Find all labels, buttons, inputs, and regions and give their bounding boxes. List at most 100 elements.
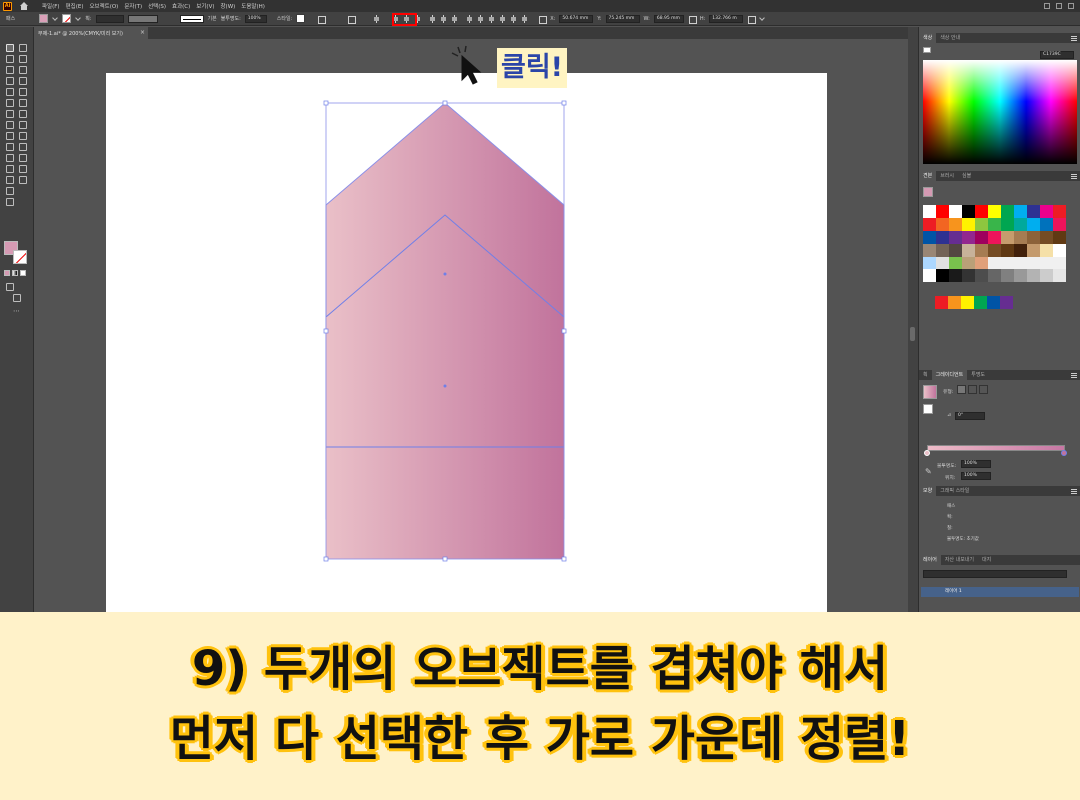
- swatch[interactable]: [961, 296, 974, 309]
- height-field[interactable]: 132.766 m: [709, 14, 744, 23]
- align-to-icon[interactable]: [347, 15, 357, 24]
- maximize-icon[interactable]: [1056, 3, 1062, 9]
- align-middle-icon[interactable]: [440, 14, 447, 23]
- tab-symbols[interactable]: 심볼: [958, 171, 975, 181]
- menu-window[interactable]: 창(W): [220, 2, 235, 10]
- swatch[interactable]: [923, 218, 936, 231]
- swatch[interactable]: [1000, 296, 1013, 309]
- swatch[interactable]: [962, 244, 975, 257]
- menu-object[interactable]: 오브젝트(O): [89, 2, 118, 10]
- swatch[interactable]: [923, 244, 936, 257]
- eraser-tool-icon[interactable]: [18, 98, 27, 107]
- swatch[interactable]: [1040, 205, 1053, 218]
- panel-menu-icon[interactable]: [1071, 372, 1077, 378]
- artwork[interactable]: [106, 73, 827, 612]
- swatch-fill-stroke-icon[interactable]: [923, 187, 933, 197]
- swatch[interactable]: [1053, 218, 1066, 231]
- shape-builder-tool-icon[interactable]: [5, 131, 14, 140]
- swatch[interactable]: [962, 205, 975, 218]
- swatch[interactable]: [1001, 244, 1014, 257]
- swatch[interactable]: [1001, 218, 1014, 231]
- swatch[interactable]: [962, 218, 975, 231]
- column-graph-tool-icon[interactable]: [18, 164, 27, 173]
- appearance-row-fill[interactable]: 칠:: [921, 524, 1079, 534]
- swatch[interactable]: [1001, 269, 1014, 282]
- tab-stroke[interactable]: 획: [919, 370, 932, 380]
- swatch[interactable]: [1040, 231, 1053, 244]
- screen-mode-icon[interactable]: [12, 293, 21, 302]
- color-mode-icon[interactable]: [4, 270, 10, 276]
- perspective-grid-tool-icon[interactable]: [18, 131, 27, 140]
- chevron-down-icon[interactable]: [759, 14, 766, 21]
- swatch[interactable]: [1053, 269, 1066, 282]
- swatch[interactable]: [948, 296, 961, 309]
- swatch[interactable]: [1040, 244, 1053, 257]
- swatch[interactable]: [962, 269, 975, 282]
- layer-row[interactable]: 레이어 1: [921, 587, 1079, 597]
- swatch[interactable]: [1014, 269, 1027, 282]
- paintbrush-tool-icon[interactable]: [18, 87, 27, 96]
- y-field[interactable]: 75.245 mm: [605, 14, 640, 23]
- swatch[interactable]: [1027, 205, 1040, 218]
- swatch[interactable]: [1053, 205, 1066, 218]
- distribute-bottom-icon[interactable]: [488, 14, 495, 23]
- swatch[interactable]: [1001, 205, 1014, 218]
- selection-tool-icon[interactable]: [5, 43, 14, 52]
- draw-mode-icon[interactable]: [5, 282, 14, 291]
- swatch[interactable]: [923, 205, 936, 218]
- stroke-style-preview[interactable]: [179, 14, 204, 23]
- swatch[interactable]: [1027, 231, 1040, 244]
- swatch[interactable]: [1053, 231, 1066, 244]
- artboard-tool-icon[interactable]: [5, 175, 14, 184]
- tab-transparency[interactable]: 투명도: [967, 370, 989, 380]
- angle-field[interactable]: 0°: [955, 412, 985, 420]
- swatch[interactable]: [936, 205, 949, 218]
- panel-menu-icon[interactable]: [1071, 173, 1077, 179]
- gradient-preview-swatch[interactable]: [923, 385, 937, 399]
- eyedropper-icon[interactable]: ✎: [925, 467, 932, 476]
- recolor-icon[interactable]: [317, 15, 327, 24]
- pen-tool-icon[interactable]: [5, 65, 14, 74]
- swatch[interactable]: [949, 269, 962, 282]
- reference-point-icon[interactable]: [538, 15, 548, 24]
- swatch[interactable]: [949, 244, 962, 257]
- swatch[interactable]: [1040, 218, 1053, 231]
- swatch[interactable]: [987, 296, 1000, 309]
- hand-tool-icon[interactable]: [5, 186, 14, 195]
- grey-swatch-grid[interactable]: [923, 269, 1066, 282]
- free-transform-tool-icon[interactable]: [18, 120, 27, 129]
- swatch[interactable]: [936, 269, 949, 282]
- align-bottom-icon[interactable]: [451, 14, 458, 23]
- mesh-tool-icon[interactable]: [5, 142, 14, 151]
- eyedropper-tool-icon[interactable]: [5, 153, 14, 162]
- swatch[interactable]: [1014, 218, 1027, 231]
- width-field[interactable]: 68.95 mm: [653, 14, 684, 23]
- document-tab[interactable]: 무제-1.ai* @ 200%(CMYK/미리 보기) ×: [34, 27, 148, 39]
- menu-select[interactable]: 선택(S): [148, 2, 166, 10]
- gradient-slider[interactable]: [927, 445, 1065, 451]
- layers-search-input[interactable]: [923, 570, 1067, 578]
- rectangle-shape[interactable]: [326, 317, 564, 559]
- swatch[interactable]: [975, 269, 988, 282]
- tab-appearance[interactable]: 모양: [919, 486, 937, 496]
- swatch[interactable]: [988, 269, 1001, 282]
- lasso-tool-icon[interactable]: [18, 54, 27, 63]
- rectangle-tool-icon[interactable]: [5, 87, 14, 96]
- slice-tool-icon[interactable]: [18, 175, 27, 184]
- distribute-right-icon[interactable]: [521, 14, 528, 23]
- close-icon[interactable]: [1068, 3, 1074, 9]
- swatch-grid[interactable]: [923, 205, 1066, 270]
- swatch[interactable]: [949, 231, 962, 244]
- menu-file[interactable]: 파일(F): [42, 2, 60, 10]
- shaper-tool-icon[interactable]: [5, 98, 14, 107]
- appearance-row-stroke[interactable]: 획:: [921, 513, 1079, 523]
- swatch[interactable]: [1001, 231, 1014, 244]
- tab-asset-export[interactable]: 자산 내보내기: [941, 555, 978, 565]
- fill-swatch[interactable]: [39, 14, 49, 23]
- link-icon[interactable]: [688, 15, 697, 24]
- style-swatch[interactable]: [296, 14, 306, 23]
- swatch[interactable]: [949, 205, 962, 218]
- gradient-position-field[interactable]: 100%: [961, 472, 991, 480]
- tab-gradient[interactable]: 그레이디언트: [931, 370, 968, 380]
- zoom-tool-icon[interactable]: [5, 197, 14, 206]
